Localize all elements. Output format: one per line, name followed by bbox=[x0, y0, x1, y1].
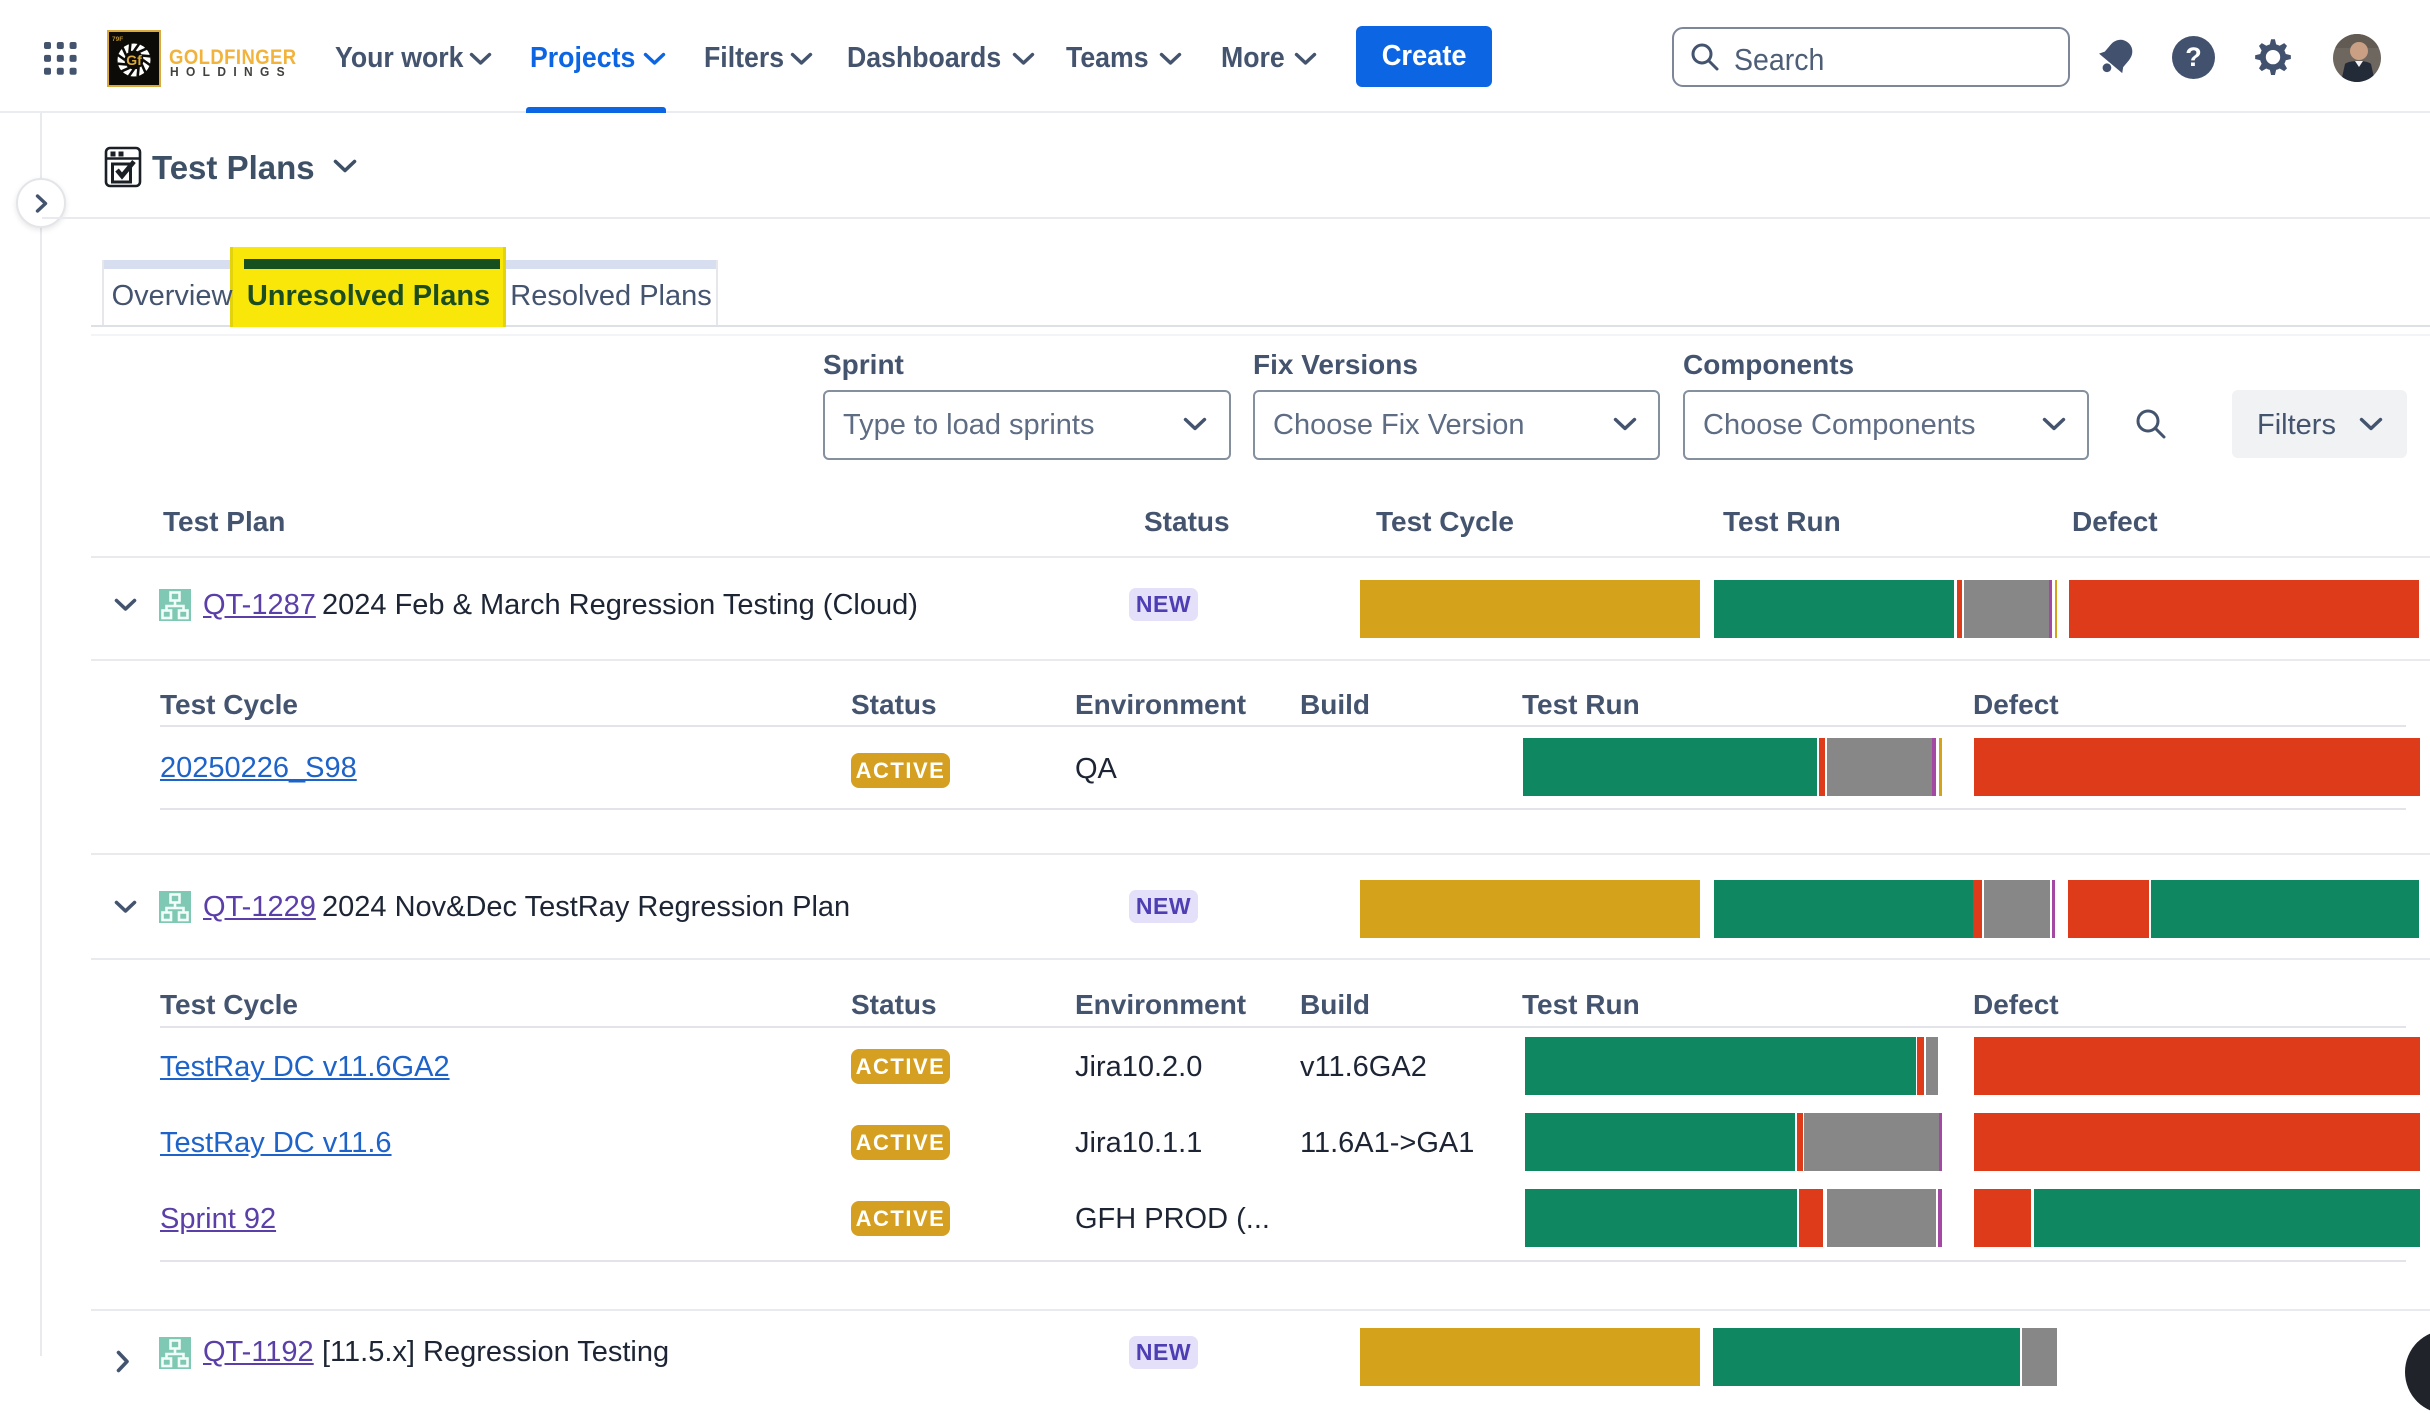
svg-text:Gf: Gf bbox=[126, 52, 142, 68]
svg-text:79F: 79F bbox=[112, 36, 123, 43]
